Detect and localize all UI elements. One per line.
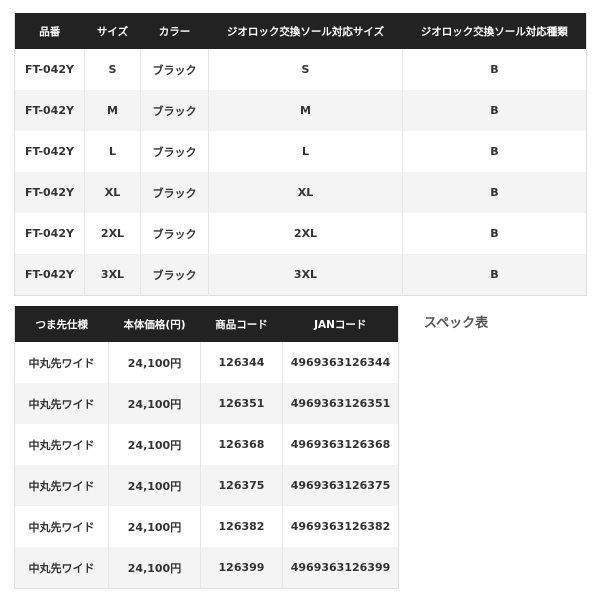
cell-size: XL <box>84 172 141 213</box>
cell-product-number: FT-042Y <box>14 90 85 131</box>
cell-jan-code: 4969363126344 <box>282 342 399 383</box>
cell-product-number: FT-042Y <box>14 254 85 296</box>
cell-sole-size: M <box>208 90 403 131</box>
cell-price: 24,100円 <box>108 506 201 547</box>
cell-color: ブラック <box>140 213 209 254</box>
cell-product-code: 126375 <box>200 465 283 506</box>
table-row: FT-042Y 3XL ブラック 3XL B <box>14 254 587 296</box>
cell-sole-size: L <box>208 131 403 172</box>
header-toe-type: つま先仕様 <box>14 306 109 342</box>
table-header-row: つま先仕様 本体価格(円) 商品コード JANコード <box>14 306 399 342</box>
cell-sole-type: B <box>402 49 587 90</box>
header-jan-code: JANコード <box>282 306 399 342</box>
cell-size: L <box>84 131 141 172</box>
table-row: FT-042Y L ブラック L B <box>14 131 587 172</box>
cell-sole-size: 2XL <box>208 213 403 254</box>
cell-sole-size: 3XL <box>208 254 403 296</box>
cell-color: ブラック <box>140 90 209 131</box>
cell-price: 24,100円 <box>108 383 201 424</box>
table-header-row: 品番 サイズ カラー ジオロック交換ソール対応サイズ ジオロック交換ソール対応種… <box>14 13 587 49</box>
cell-size: 3XL <box>84 254 141 296</box>
header-product-code: 商品コード <box>200 306 283 342</box>
table-row: 中丸先ワイド 24,100円 126344 4969363126344 <box>14 342 399 383</box>
header-price: 本体価格(円) <box>108 306 201 342</box>
cell-toe-type: 中丸先ワイド <box>14 547 109 589</box>
header-size: サイズ <box>84 13 141 49</box>
cell-product-code: 126344 <box>200 342 283 383</box>
header-product-number: 品番 <box>14 13 85 49</box>
cell-jan-code: 4969363126399 <box>282 547 399 589</box>
table-row: FT-042Y 2XL ブラック 2XL B <box>14 213 587 254</box>
cell-toe-type: 中丸先ワイド <box>14 342 109 383</box>
cell-sole-type: B <box>402 213 587 254</box>
table-row: 中丸先ワイド 24,100円 126351 4969363126351 <box>14 383 399 424</box>
cell-sole-size: XL <box>208 172 403 213</box>
cell-size: S <box>84 49 141 90</box>
cell-size: M <box>84 90 141 131</box>
cell-sole-type: B <box>402 254 587 296</box>
header-sole-type: ジオロック交換ソール対応種類 <box>402 13 587 49</box>
header-sole-size: ジオロック交換ソール対応サイズ <box>208 13 403 49</box>
cell-sole-type: B <box>402 172 587 213</box>
cell-sole-type: B <box>402 90 587 131</box>
cell-product-number: FT-042Y <box>14 49 85 90</box>
cell-product-number: FT-042Y <box>14 131 85 172</box>
cell-toe-type: 中丸先ワイド <box>14 506 109 547</box>
table-row: 中丸先ワイド 24,100円 126399 4969363126399 <box>14 547 399 589</box>
cell-color: ブラック <box>140 172 209 213</box>
cell-jan-code: 4969363126382 <box>282 506 399 547</box>
cell-product-code: 126399 <box>200 547 283 589</box>
cell-price: 24,100円 <box>108 465 201 506</box>
table-row: 中丸先ワイド 24,100円 126368 4969363126368 <box>14 424 399 465</box>
cell-color: ブラック <box>140 131 209 172</box>
cell-toe-type: 中丸先ワイド <box>14 424 109 465</box>
cell-price: 24,100円 <box>108 342 201 383</box>
cell-color: ブラック <box>140 254 209 296</box>
table-row: FT-042Y S ブラック S B <box>14 49 587 90</box>
cell-product-number: FT-042Y <box>14 172 85 213</box>
table-row: 中丸先ワイド 24,100円 126382 4969363126382 <box>14 506 399 547</box>
cell-jan-code: 4969363126368 <box>282 424 399 465</box>
cell-jan-code: 4969363126351 <box>282 383 399 424</box>
spec-table-prices: つま先仕様 本体価格(円) 商品コード JANコード 中丸先ワイド 24,100… <box>14 306 399 589</box>
cell-product-code: 126351 <box>200 383 283 424</box>
table-row: FT-042Y M ブラック M B <box>14 90 587 131</box>
cell-price: 24,100円 <box>108 547 201 589</box>
spec-table-caption: スペック表 <box>424 316 489 331</box>
cell-product-code: 126368 <box>200 424 283 465</box>
cell-toe-type: 中丸先ワイド <box>14 465 109 506</box>
cell-product-code: 126382 <box>200 506 283 547</box>
cell-price: 24,100円 <box>108 424 201 465</box>
spec-table-sizes: 品番 サイズ カラー ジオロック交換ソール対応サイズ ジオロック交換ソール対応種… <box>14 13 587 296</box>
cell-sole-size: S <box>208 49 403 90</box>
table-row: FT-042Y XL ブラック XL B <box>14 172 587 213</box>
cell-color: ブラック <box>140 49 209 90</box>
cell-jan-code: 4969363126375 <box>282 465 399 506</box>
table-row: 中丸先ワイド 24,100円 126375 4969363126375 <box>14 465 399 506</box>
cell-size: 2XL <box>84 213 141 254</box>
cell-sole-type: B <box>402 131 587 172</box>
cell-toe-type: 中丸先ワイド <box>14 383 109 424</box>
header-color: カラー <box>140 13 209 49</box>
cell-product-number: FT-042Y <box>14 213 85 254</box>
